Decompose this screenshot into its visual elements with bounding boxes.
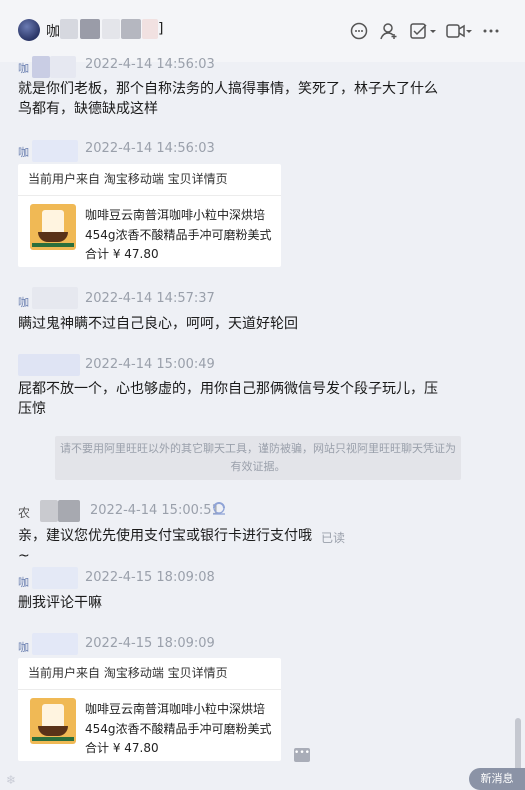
chat-header: 咖 ]	[0, 0, 525, 62]
message-timestamp: 2022-4-14 15:00:51	[90, 503, 220, 518]
product-thumbnail[interactable]	[30, 204, 76, 250]
security-notice: 请不要用阿里旺旺以外的其它聊天工具，谨防被骗，网站只视阿里旺旺聊天凭证为有效证据…	[55, 436, 461, 480]
avatar[interactable]	[18, 19, 40, 41]
message-timestamp: 2022-4-15 18:09:08	[85, 570, 215, 585]
redacted-block	[121, 19, 141, 39]
redacted-block	[58, 500, 80, 522]
message-timestamp: 2022-4-15 18:09:09	[85, 636, 215, 651]
sender-name: 农	[18, 506, 31, 520]
message-text: 瞒过鬼神瞒不过自己良心，呵呵，天道好轮回	[18, 316, 298, 332]
message-text: 就是你们老板，那个自称法务的人搞得事情，笑死了，林子大了什么鸟都有，缺德缺成这样	[18, 81, 438, 117]
read-status: 已读	[321, 531, 346, 545]
sender-name: 咖	[18, 62, 29, 75]
chat-title-prefix: 咖	[46, 24, 60, 40]
message-timestamp: 2022-4-14 14:56:03	[85, 57, 215, 72]
redacted-block	[18, 354, 80, 376]
more-options-icon[interactable]: •••	[294, 748, 310, 762]
redacted-block	[80, 19, 100, 39]
redacted-block	[102, 19, 120, 39]
product-title[interactable]: 咖啡豆云南普洱咖啡小粒中深烘培454g浓香不酸精品手冲可磨粉美式	[85, 205, 275, 245]
redacted-block	[32, 56, 50, 78]
sender-name: 咖	[18, 146, 29, 159]
redacted-block	[32, 633, 78, 655]
message-timestamp: 2022-4-14 14:57:37	[85, 291, 215, 306]
product-price: 合计 ¥ 47.80	[85, 247, 159, 261]
video-icon[interactable]	[444, 20, 474, 42]
emoji-icon[interactable]: ❄	[6, 773, 16, 787]
redacted-block	[60, 19, 78, 39]
message-timestamp: 2022-4-14 15:00:49	[85, 357, 215, 372]
sender-name: 咖	[18, 576, 29, 589]
redacted-block	[40, 500, 58, 522]
message-text: 屁都不放一个，心也够虚的，用你自己那俩微信号发个段子玩儿，压压惊	[18, 381, 438, 417]
card-source-label: 当前用户来自 淘宝移动端 宝贝详情页	[18, 164, 281, 196]
message-text: 删我评论干嘛	[18, 595, 102, 611]
redacted-block	[32, 287, 78, 309]
product-card[interactable]: 当前用户来自 淘宝移动端 宝贝详情页 咖啡豆云南普洱咖啡小粒中深烘培454g浓香…	[18, 658, 281, 761]
contact-icon[interactable]	[378, 20, 400, 42]
redacted-block	[32, 140, 78, 162]
sender-name: 咖	[18, 296, 29, 309]
card-source-label: 当前用户来自 淘宝移动端 宝贝详情页	[18, 658, 281, 690]
product-thumbnail[interactable]	[30, 698, 76, 744]
product-title[interactable]: 咖啡豆云南普洱咖啡小粒中深烘培454g浓香不酸精品手冲可磨粉美式	[85, 699, 275, 739]
more-icon[interactable]	[481, 20, 501, 42]
new-message-button[interactable]: 新消息	[469, 768, 525, 790]
product-price: 合计 ¥ 47.80	[85, 741, 159, 755]
chat-bubble-icon[interactable]	[348, 20, 370, 42]
redacted-block	[142, 19, 158, 39]
agent-badge-icon	[210, 501, 228, 517]
message-text: 亲，建议您优先使用支付宝或银行卡进行支付哦~	[18, 528, 312, 564]
redacted-block	[32, 567, 78, 589]
chat-title-suffix: ]	[158, 21, 164, 37]
product-card[interactable]: 当前用户来自 淘宝移动端 宝贝详情页 咖啡豆云南普洱咖啡小粒中深烘培454g浓香…	[18, 164, 281, 267]
redacted-block	[50, 56, 76, 78]
message-timestamp: 2022-4-14 14:56:03	[85, 141, 215, 156]
task-check-icon[interactable]	[408, 20, 438, 42]
sender-name: 咖	[18, 641, 29, 654]
